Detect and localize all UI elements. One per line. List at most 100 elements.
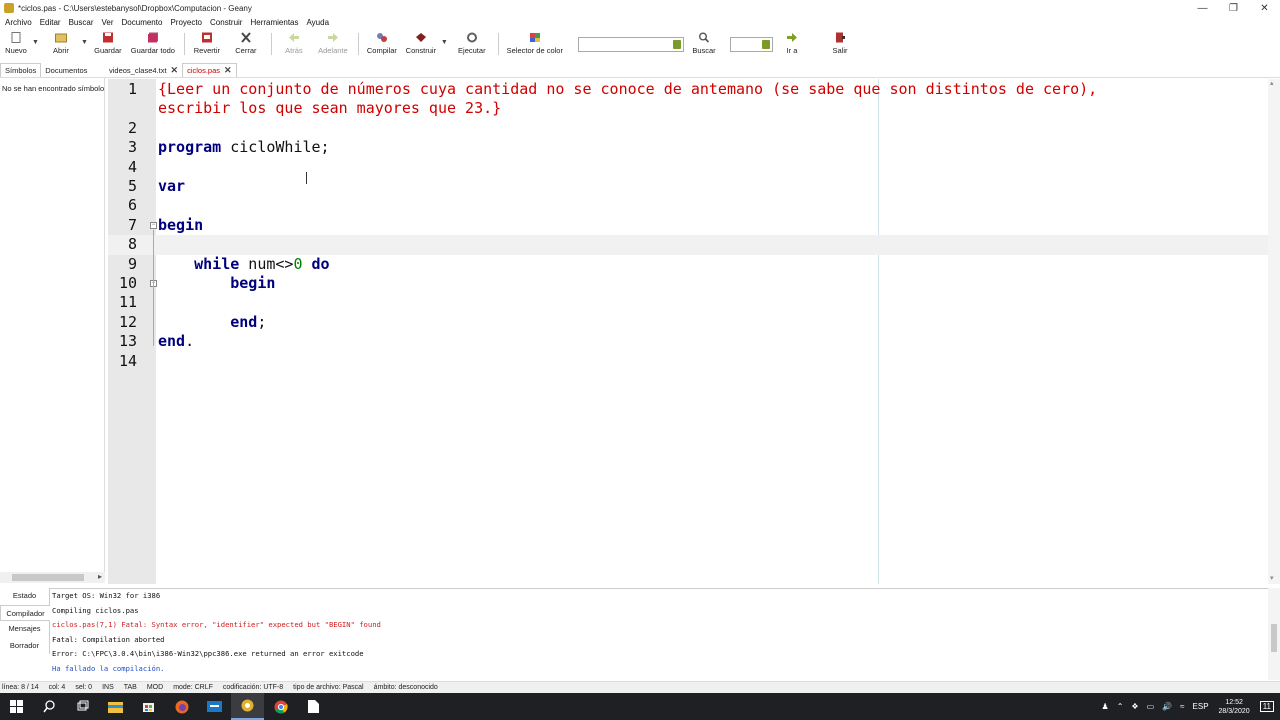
code-line[interactable]: 14 [108,352,1268,371]
compiler-message[interactable]: ciclos.pas(7,1) Fatal: Syntax error, "id… [50,618,1268,633]
scroll-thumb[interactable] [1271,624,1277,652]
code-line[interactable]: 6 [108,196,1268,215]
compiler-message[interactable]: Ha fallado la compilación. [50,662,1268,677]
line-number: 13 [118,332,137,351]
menu-documento[interactable]: Documento [122,18,163,27]
start-windows-icon[interactable] [0,693,33,720]
notification-count[interactable]: 11 [1259,701,1274,712]
color-picker-button[interactable]: Selector de color [503,30,567,60]
code-text: {Leer un conjunto de números cuya cantid… [158,80,1097,98]
minimize-icon[interactable]: — [1187,0,1218,16]
output-vertical-scrollbar[interactable] [1268,588,1280,680]
compiler-message[interactable]: Compiling ciclos.pas [50,604,1268,619]
compiler-message[interactable]: Target OS: Win32 for i386 [50,589,1268,604]
new-button[interactable]: Nuevo [0,30,32,60]
doc-tab-videos[interactable]: videos_clase4.txt ✕ [105,63,182,77]
doc-tab-ciclos[interactable]: ciclos.pas ✕ [182,63,237,77]
show-hidden-icons-icon[interactable]: ⌃ [1117,702,1124,711]
code-line[interactable]: 8 [108,235,1268,255]
build-dropdown-icon[interactable]: ▼ [441,39,448,46]
close-file-icon [241,32,251,43]
wifi-icon[interactable]: ≈ [1180,702,1184,711]
firefox-icon[interactable] [165,693,198,720]
scroll-up-icon[interactable]: ▴ [1270,79,1274,87]
menu-editar[interactable]: Editar [40,18,61,27]
quit-button[interactable]: Salir [824,30,856,60]
scroll-down-icon[interactable]: ▾ [1270,574,1274,582]
task-view-icon[interactable] [66,693,99,720]
open-button[interactable]: Abrir [41,30,81,60]
tab-mensajes[interactable]: Mensajes [0,621,50,638]
open-dropdown-icon[interactable]: ▼ [81,39,88,46]
battery-icon[interactable]: ▭ [1147,702,1155,711]
search-input[interactable] [578,37,684,52]
save-all-button[interactable]: Guardar todo [126,30,180,60]
menu-ver[interactable]: Ver [102,18,114,27]
code-line[interactable]: 2 [108,119,1268,138]
close-icon[interactable]: ✕ [1249,0,1280,16]
scroll-right-icon[interactable]: ▸ [98,572,102,581]
tab-estado[interactable]: Estado [0,588,50,605]
geany-taskbar-icon[interactable] [231,693,264,720]
goto-line-input[interactable] [730,37,773,52]
geany-app-icon [4,3,14,13]
new-dropdown-icon[interactable]: ▼ [32,39,39,46]
code-line[interactable]: 1 {Leer un conjunto de números cuya canti… [108,80,1268,99]
scroll-thumb[interactable] [12,574,84,581]
taskbar-clock[interactable]: 12:52 28/3/2020 [1219,698,1250,716]
menu-proyecto[interactable]: Proyecto [170,18,202,27]
code-editor[interactable]: 1 {Leer un conjunto de números cuya canti… [108,79,1268,584]
menu-herramientas[interactable]: Herramientas [250,18,298,27]
menu-buscar[interactable]: Buscar [69,18,94,27]
search-button[interactable]: Buscar [688,30,720,60]
goto-button[interactable]: Ir a [778,30,806,60]
compiler-message[interactable]: Fatal: Compilation aborted [50,633,1268,648]
goto-go-icon[interactable] [762,40,770,49]
tab-documentos[interactable]: Documentos [41,66,91,75]
symbols-sidebar: No se han encontrado símbolos ▸ [0,78,105,583]
tab-compilador[interactable]: Compilador [0,604,50,621]
file-explorer-icon[interactable] [99,693,132,720]
code-line[interactable]: 7 begin [108,216,1268,235]
code-line[interactable]: 13 end. [108,332,1268,351]
app-blue-icon[interactable] [198,693,231,720]
forward-button[interactable]: Adelante [312,30,354,60]
maximize-icon[interactable]: ❐ [1218,0,1249,16]
search-icon[interactable] [33,693,66,720]
code-line[interactable]: 5 var [108,177,1268,196]
back-button[interactable]: Atrás [276,30,312,60]
code-line[interactable]: 12 end; [108,313,1268,332]
code-line[interactable]: 10 begin [108,274,1268,293]
close-tab-icon[interactable]: ✕ [224,65,232,76]
revert-button[interactable]: Revertir [189,30,225,60]
volume-icon[interactable]: 🔊 [1162,702,1172,711]
search-go-icon[interactable] [673,40,681,49]
close-tab-icon[interactable]: ✕ [171,65,179,76]
compiler-message[interactable]: Error: C:\FPC\3.0.4\bin\i386-Win32\ppc38… [50,647,1268,662]
execute-button[interactable]: Ejecutar [450,30,494,60]
tab-borrador[interactable]: Borrador [0,637,50,654]
chrome-icon[interactable] [264,693,297,720]
language-indicator[interactable]: ESP [1193,702,1209,711]
code-text: escribir los que sean mayores que 23.} [158,99,501,117]
code-line[interactable]: 3 program cicloWhile; [108,138,1268,157]
document-icon[interactable] [297,693,330,720]
compile-button[interactable]: Compilar [363,30,401,60]
people-icon[interactable]: ♟ [1102,702,1109,711]
code-line[interactable]: 4 [108,158,1268,177]
menu-construir[interactable]: Construir [210,18,242,27]
code-line[interactable]: escribir los que sean mayores que 23.} [108,99,1268,118]
menu-ayuda[interactable]: Ayuda [306,18,329,27]
sidebar-horizontal-scrollbar[interactable]: ▸ [0,572,105,583]
code-line[interactable]: 11 [108,293,1268,312]
build-button[interactable]: Construir [401,30,441,60]
store-icon[interactable] [132,693,165,720]
tab-simbolos[interactable]: Símbolos [0,63,42,77]
editor-vertical-scrollbar[interactable]: ▴ ▾ [1268,79,1280,584]
dropbox-icon[interactable]: ❖ [1131,702,1138,711]
code-line[interactable]: 9 while num<>0 do [108,255,1268,274]
close-file-button[interactable]: Cerrar [225,30,267,60]
menu-archivo[interactable]: Archivo [5,18,32,27]
fold-marker-icon[interactable]: − [150,221,157,229]
save-button[interactable]: Guardar [90,30,126,60]
